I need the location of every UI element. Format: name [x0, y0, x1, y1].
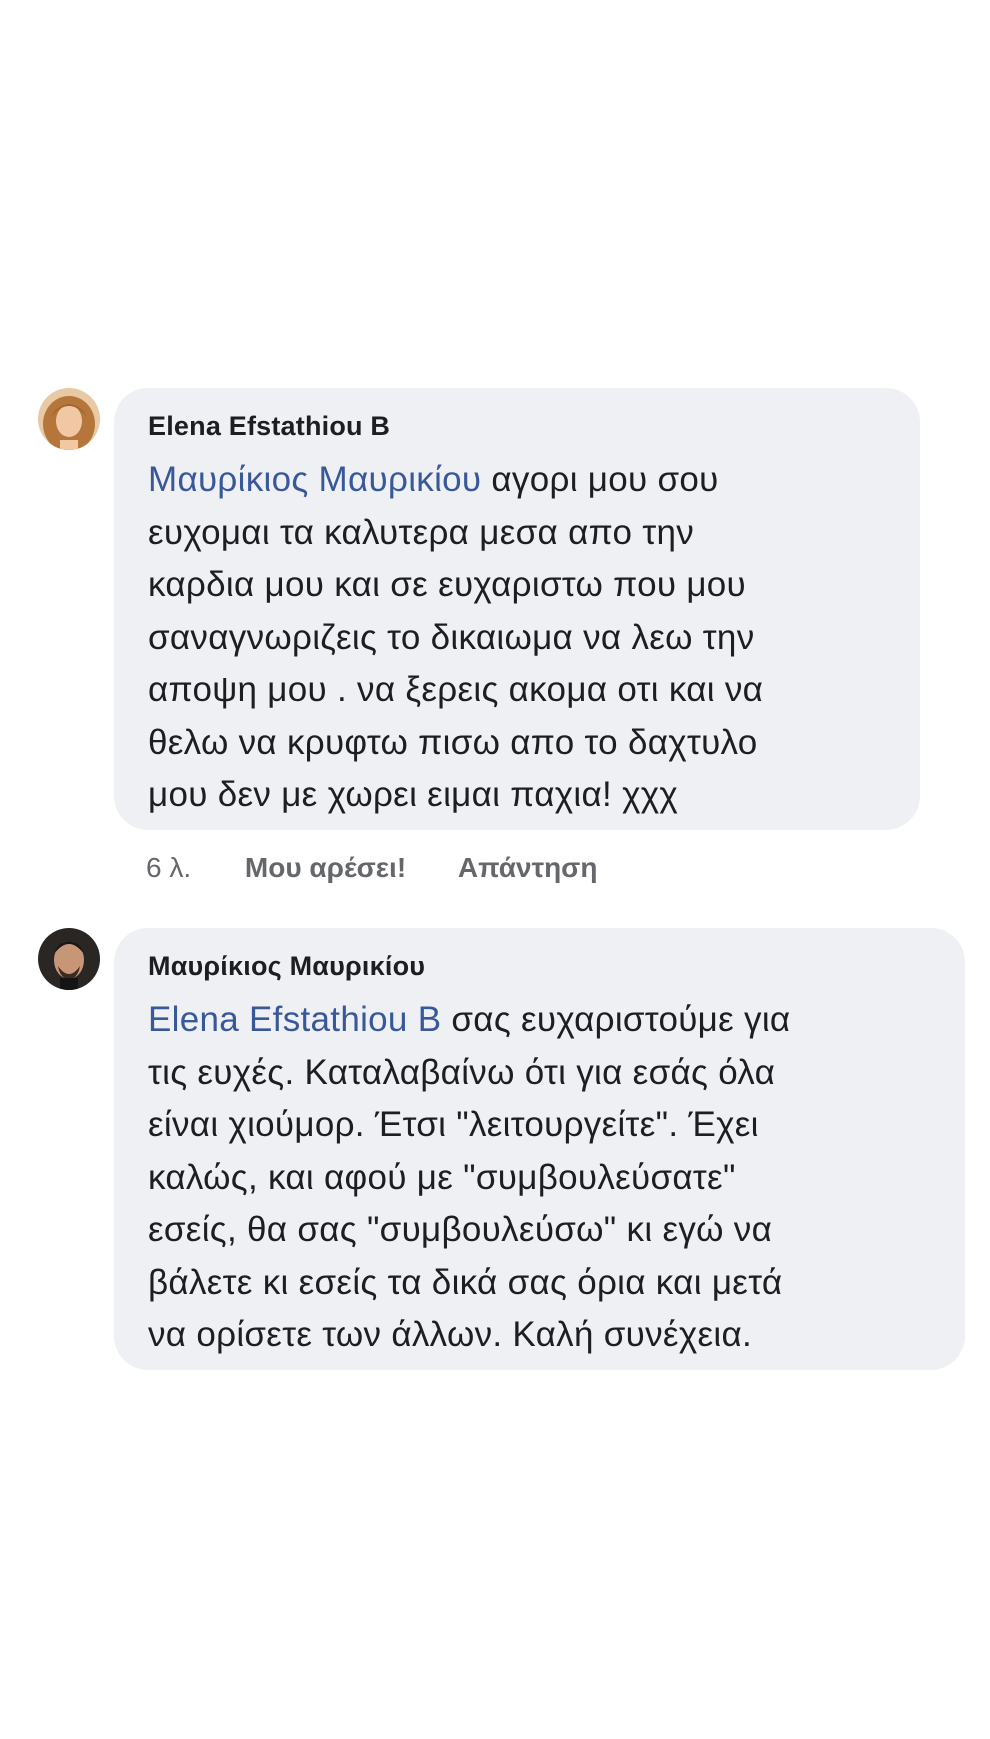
avatar[interactable]	[38, 928, 100, 990]
comment-line: να ορίσετε των άλλων. Καλή συνέχεια.	[148, 1315, 753, 1354]
comment-text: Elena Efstathiou B σας ευχαριστούμε για …	[148, 994, 925, 1362]
comment-line: ευχομαι τα καλυτερα μεσα απο την	[148, 512, 695, 552]
comment-timestamp[interactable]: 6 λ.	[146, 852, 191, 884]
comment-line: καλώς, και αφού με "συμβουλεύσατε"	[148, 1157, 736, 1197]
comment-bubble: Elena Efstathiou B Μαυρίκιος Μαυρικίου α…	[114, 388, 920, 830]
mention-link[interactable]: Elena Efstathiou B	[148, 1000, 441, 1039]
user-avatar-icon	[38, 388, 100, 450]
comment-bubble: Μαυρίκιος Μαυρικίου Elena Efstathiou B σ…	[114, 928, 965, 1370]
comment-author[interactable]: Μαυρίκιος Μαυρικίου	[148, 950, 925, 982]
comment-line: είναι χιούμορ. Έτσι "λειτουργείτε". Έχει	[148, 1105, 759, 1144]
like-button[interactable]: Μου αρέσει!	[245, 852, 406, 884]
avatar[interactable]	[38, 388, 100, 450]
reply-button[interactable]: Απάντηση	[458, 852, 598, 884]
comment-line: αποψη μου . να ξερεις ακομα οτι και να	[148, 670, 764, 709]
comment-text: Μαυρίκιος Μαυρικίου αγορι μου σου ευχομα…	[148, 454, 880, 822]
comment-line: σας ευχαριστούμε για	[441, 1000, 791, 1039]
comment-line: μου δεν με χωρει ειμαι παχια! χχχ	[148, 775, 679, 814]
comment-line: εσείς, θα σας "συμβουλεύσω" κι εγώ να	[148, 1210, 773, 1249]
comment-line: αγορι μου σου	[481, 460, 719, 499]
comment-line: τις ευχές. Καταλαβαίνω ότι για εσάς όλα	[148, 1052, 776, 1092]
comment-actions: 6 λ. Μου αρέσει! Απάντηση	[146, 852, 597, 884]
comment-line: θελω να κρυφτω πισω απο το δαχτυλο	[148, 722, 758, 762]
comment-line: καρδια μου και σε ευχαριστω που μου	[148, 565, 746, 604]
mention-link[interactable]: Μαυρίκιος Μαυρικίου	[148, 460, 481, 499]
user-avatar-icon	[38, 928, 100, 990]
comment-line: σαναγνωριζεις το δικαιωμα να λεω την	[148, 617, 755, 657]
comment-line: βάλετε κι εσείς τα δικά σας όρια και μετ…	[148, 1262, 783, 1302]
comment-author[interactable]: Elena Efstathiou B	[148, 410, 880, 442]
